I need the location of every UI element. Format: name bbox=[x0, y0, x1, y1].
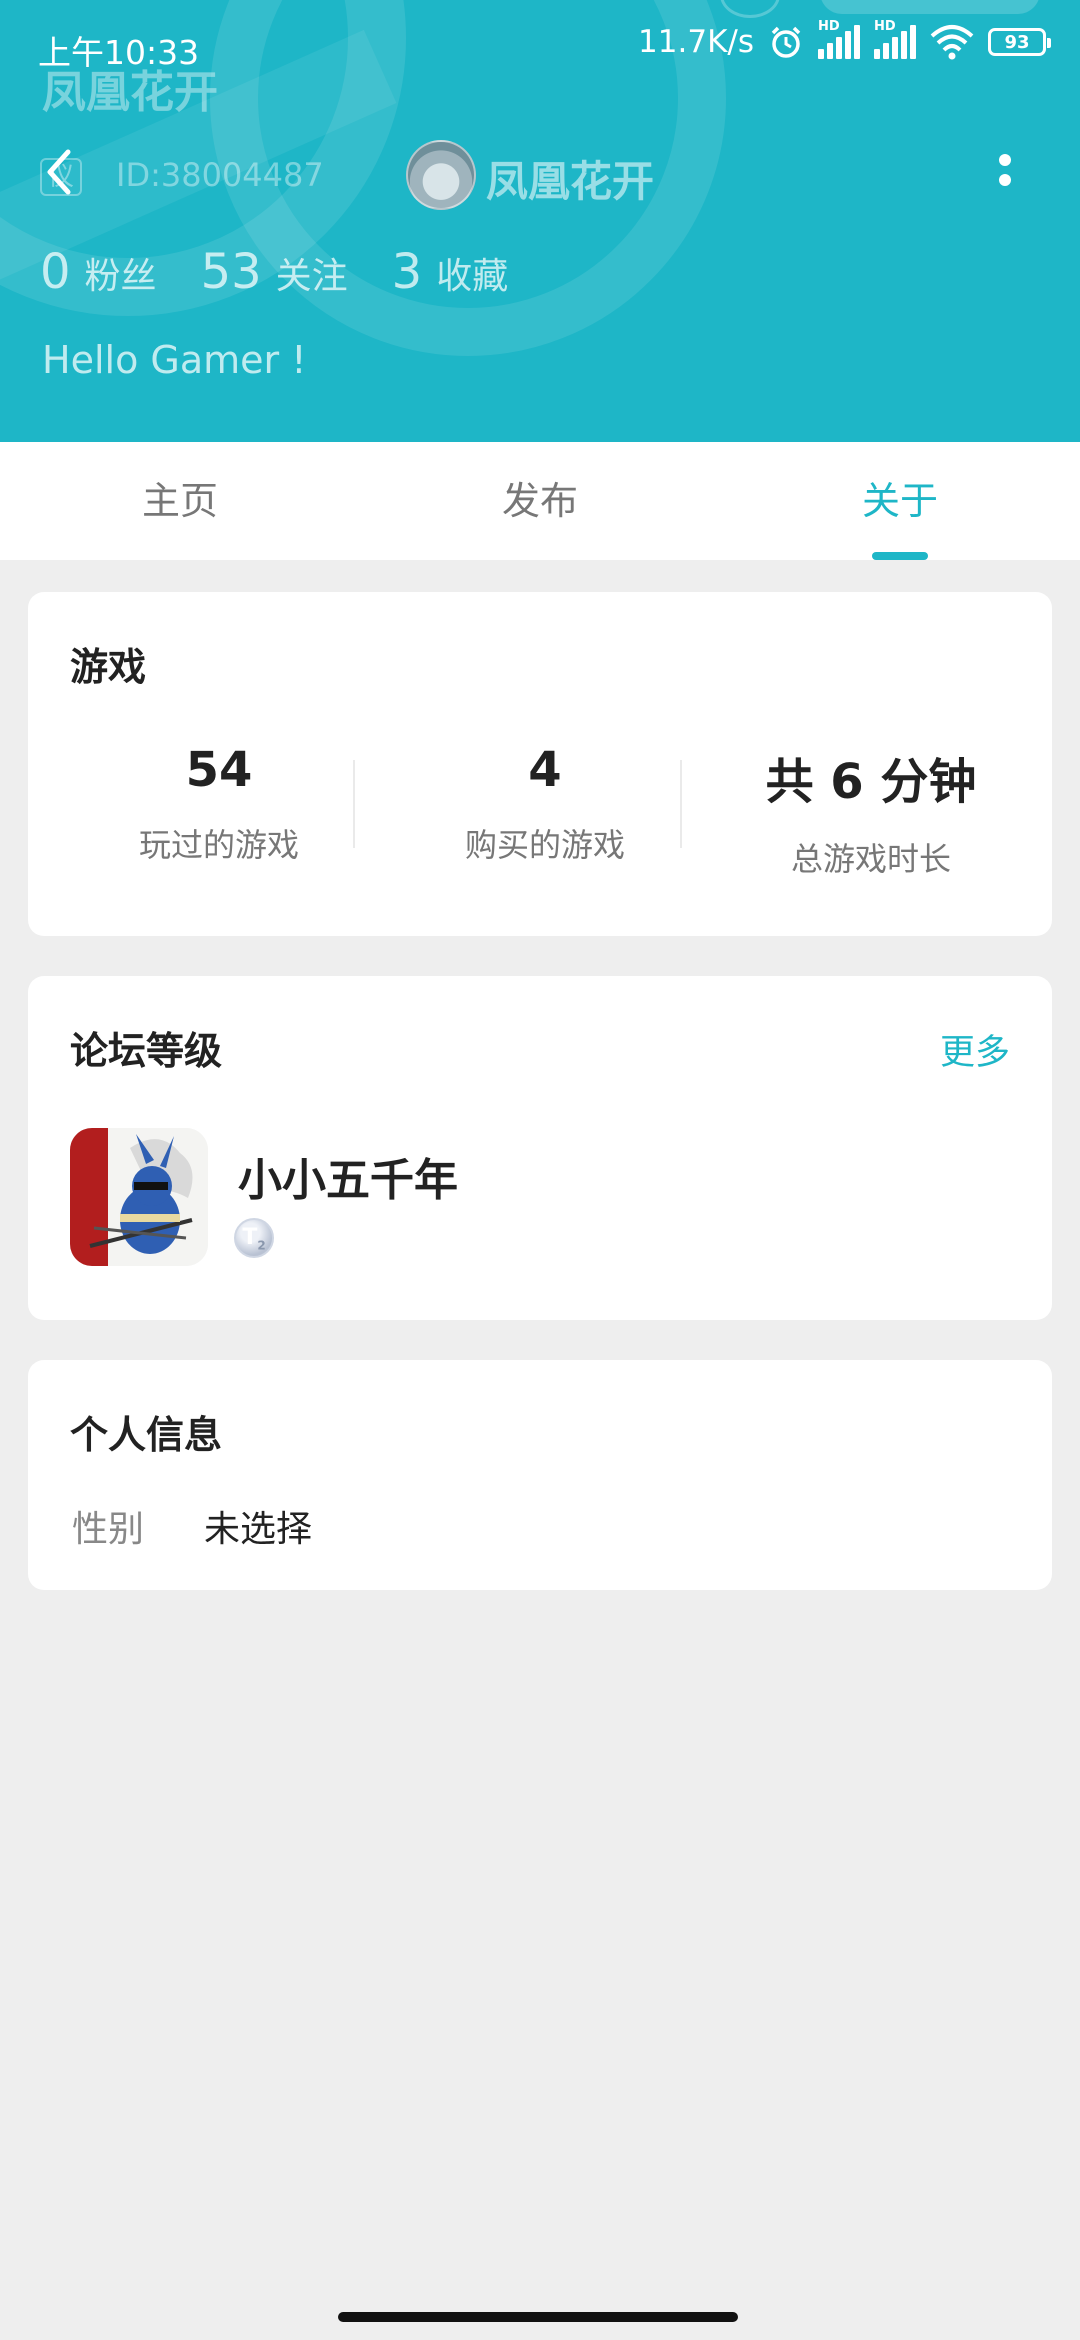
played-games-stat[interactable]: 54 玩过的游戏 bbox=[56, 742, 382, 866]
hd-label: HD bbox=[874, 19, 896, 34]
battery-icon: 93 bbox=[988, 28, 1051, 56]
alarm-icon bbox=[771, 26, 801, 58]
forum-level-card: 论坛等级 更多 小小五千年 T2 bbox=[28, 976, 1052, 1320]
stat-label: 关注 bbox=[275, 256, 348, 297]
tab-home[interactable]: 主页 bbox=[0, 442, 360, 560]
following-stat[interactable]: 53 关注 bbox=[201, 244, 348, 300]
level-badge-number: 2 bbox=[257, 1238, 266, 1253]
stat-value: 54 bbox=[185, 742, 253, 798]
followers-stat[interactable]: 0 粉丝 bbox=[40, 244, 157, 300]
divider bbox=[353, 760, 355, 848]
stat-value: 0 bbox=[40, 244, 71, 300]
games-title: 游戏 bbox=[70, 645, 147, 689]
gender-value: 未选择 bbox=[204, 1509, 313, 1550]
hd-label: HD bbox=[818, 19, 840, 34]
tab-about[interactable]: 关于 bbox=[720, 442, 1080, 560]
stat-label: 总游戏时长 bbox=[790, 840, 951, 878]
stat-label: 收藏 bbox=[436, 256, 509, 297]
profile-tabs: 主页 发布 关于 bbox=[0, 442, 1080, 560]
tab-posts[interactable]: 发布 bbox=[360, 442, 720, 560]
battery-level: 93 bbox=[1004, 31, 1030, 53]
gender-label: 性别 bbox=[72, 1509, 145, 1550]
game-artwork-icon bbox=[70, 1128, 208, 1266]
profile-stats: 0 粉丝 53 关注 3 收藏 bbox=[40, 244, 552, 300]
signal-icon: HD bbox=[818, 19, 860, 59]
favorites-stat[interactable]: 3 收藏 bbox=[392, 244, 509, 300]
stat-label: 购买的游戏 bbox=[464, 826, 625, 864]
back-button[interactable] bbox=[38, 144, 82, 200]
personal-info-card: 个人信息 性别 未选择 bbox=[28, 1360, 1052, 1590]
network-speed: 11.7K/s bbox=[638, 24, 754, 60]
stat-value: 53 bbox=[200, 244, 262, 300]
header-decoration bbox=[720, 0, 780, 18]
home-indicator[interactable] bbox=[338, 2312, 738, 2322]
more-link[interactable]: 更多 bbox=[940, 1024, 1010, 1075]
back-arrow-icon bbox=[47, 149, 71, 195]
purchased-games-stat[interactable]: 4 购买的游戏 bbox=[382, 742, 708, 866]
stat-value: 4 bbox=[528, 742, 562, 798]
stat-value: 共 6 分钟 bbox=[765, 754, 977, 810]
active-tab-indicator bbox=[872, 552, 928, 560]
header-decoration bbox=[820, 0, 1040, 14]
game-name[interactable]: 小小五千年 bbox=[238, 1144, 458, 1208]
stat-label: 粉丝 bbox=[84, 256, 157, 297]
total-playtime-stat: 共 6 分钟 总游戏时长 bbox=[708, 742, 1034, 880]
stat-label: 玩过的游戏 bbox=[138, 826, 299, 864]
wifi-icon bbox=[930, 25, 974, 60]
user-id: ID:38004487 bbox=[116, 156, 324, 194]
more-options-button[interactable] bbox=[990, 148, 1020, 198]
user-bio: Hello Gamer ! bbox=[42, 338, 307, 382]
game-icon[interactable] bbox=[70, 1128, 208, 1266]
forum-level-title: 论坛等级 bbox=[70, 1029, 223, 1073]
profile-header: 上午10:33 11.7K/s HD HD 93 凤凰花开 仪 ID:38004… bbox=[0, 0, 1080, 442]
signal-icon: HD bbox=[874, 19, 916, 59]
games-card: 游戏 54 玩过的游戏 4 购买的游戏 共 6 分钟 总游戏时长 bbox=[28, 592, 1052, 936]
display-name: 凤凰花开 bbox=[486, 157, 655, 206]
stat-value: 3 bbox=[391, 244, 423, 300]
level-badge-icon: T2 bbox=[234, 1218, 274, 1258]
header-faded-name: 凤凰花开 bbox=[42, 67, 218, 118]
personal-info-title: 个人信息 bbox=[70, 1413, 223, 1457]
more-dot-icon bbox=[999, 174, 1011, 186]
more-dot-icon bbox=[999, 154, 1011, 166]
level-badge-letter: T bbox=[242, 1225, 258, 1250]
divider bbox=[680, 760, 682, 848]
status-bar-right: 11.7K/s HD HD 93 bbox=[638, 19, 1051, 60]
avatar[interactable] bbox=[406, 140, 476, 210]
